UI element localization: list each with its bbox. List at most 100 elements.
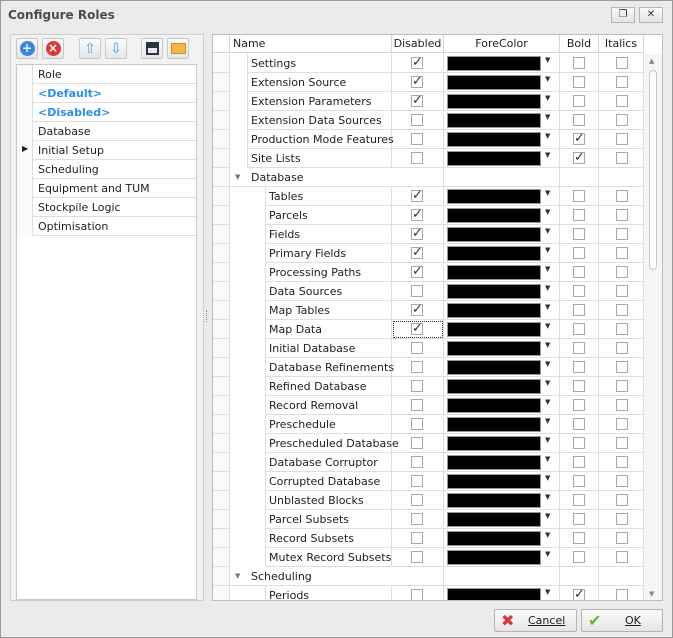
italics-checkbox[interactable] [616, 456, 628, 468]
disabled-checkbox[interactable]: ✓ [411, 303, 423, 316]
style-row[interactable]: Site Lists ▼ ✓ [213, 149, 644, 168]
italics-checkbox[interactable] [616, 133, 628, 145]
style-row[interactable]: Processing Paths ✓ ▼ [213, 263, 644, 282]
forecolor-cell[interactable]: ▼ [444, 263, 560, 282]
dropdown-arrow-icon[interactable]: ▼ [545, 588, 550, 596]
name-cell[interactable]: Corrupted Database [266, 472, 392, 491]
forecolor-cell[interactable]: ▼ [444, 358, 560, 377]
style-row[interactable]: Database Corruptor ▼ [213, 453, 644, 472]
disabled-column-header[interactable]: Disabled [392, 35, 444, 53]
italics-checkbox[interactable] [616, 114, 628, 126]
forecolor-cell[interactable]: ▼ [444, 415, 560, 434]
forecolor-cell[interactable]: ▼ [444, 586, 560, 600]
forecolor-cell[interactable]: ▼ [444, 111, 560, 130]
disabled-checkbox[interactable]: ✓ [411, 94, 423, 107]
bold-checkbox[interactable] [573, 247, 585, 259]
italics-checkbox[interactable] [616, 76, 628, 88]
name-column-header[interactable]: Name [230, 35, 392, 53]
italics-checkbox[interactable] [616, 323, 628, 335]
bold-checkbox[interactable] [573, 190, 585, 202]
name-cell[interactable]: Record Subsets [266, 529, 392, 548]
style-row[interactable]: Preschedule ▼ [213, 415, 644, 434]
italics-checkbox[interactable] [616, 532, 628, 544]
scroll-down-icon[interactable]: ▼ [649, 590, 654, 598]
dropdown-arrow-icon[interactable]: ▼ [545, 132, 550, 140]
name-cell[interactable]: Refined Database [266, 377, 392, 396]
scroll-up-icon[interactable]: ▲ [649, 57, 654, 65]
disabled-checkbox[interactable] [411, 532, 423, 544]
disabled-checkbox[interactable] [411, 475, 423, 487]
restore-button[interactable]: ❐ [611, 7, 635, 23]
disabled-checkbox[interactable]: ✓ [411, 265, 423, 278]
role-row[interactable]: Scheduling [17, 160, 196, 179]
name-cell[interactable]: Prescheduled Database [266, 434, 399, 453]
style-row[interactable]: Periods ▼ ✓ [213, 586, 644, 600]
italics-checkbox[interactable] [616, 589, 628, 600]
add-role-button[interactable]: + [16, 38, 38, 59]
italics-checkbox[interactable] [616, 57, 628, 69]
style-row[interactable]: Extension Source ✓ ▼ [213, 73, 644, 92]
italics-checkbox[interactable] [616, 152, 628, 164]
italics-checkbox[interactable] [616, 209, 628, 221]
disabled-checkbox[interactable]: ✓ [411, 56, 423, 69]
style-row[interactable]: Map Tables ✓ ▼ [213, 301, 644, 320]
bold-checkbox[interactable] [573, 209, 585, 221]
bold-checkbox[interactable] [573, 361, 585, 373]
italics-checkbox[interactable] [616, 247, 628, 259]
dropdown-arrow-icon[interactable]: ▼ [545, 455, 550, 463]
dropdown-arrow-icon[interactable]: ▼ [545, 436, 550, 444]
forecolor-cell[interactable]: ▼ [444, 244, 560, 263]
role-row[interactable]: Optimisation [17, 217, 196, 236]
disabled-checkbox[interactable] [411, 494, 423, 506]
remove-role-button[interactable]: × [42, 38, 64, 59]
name-cell[interactable]: Extension Data Sources [248, 111, 392, 130]
role-row[interactable]: <Disabled> [17, 103, 196, 122]
style-row[interactable]: Map Data ✓ ▼ [213, 320, 644, 339]
dropdown-arrow-icon[interactable]: ▼ [545, 417, 550, 425]
splitter[interactable] [206, 310, 208, 322]
name-cell[interactable]: Database Corruptor [266, 453, 392, 472]
bold-checkbox[interactable] [573, 456, 585, 468]
dropdown-arrow-icon[interactable]: ▼ [545, 474, 550, 482]
role-row[interactable]: <Default> [17, 84, 196, 103]
italics-checkbox[interactable] [616, 551, 628, 563]
dropdown-arrow-icon[interactable]: ▼ [545, 284, 550, 292]
disabled-checkbox[interactable]: ✓ [411, 75, 423, 88]
disabled-checkbox[interactable] [411, 152, 423, 164]
name-cell[interactable]: Fields [266, 225, 392, 244]
name-cell[interactable]: Database Refinements [266, 358, 394, 377]
dropdown-arrow-icon[interactable]: ▼ [545, 512, 550, 520]
bold-checkbox[interactable] [573, 437, 585, 449]
style-row[interactable]: Tables ✓ ▼ [213, 187, 644, 206]
forecolor-cell[interactable]: ▼ [444, 282, 560, 301]
scroll-thumb[interactable] [649, 70, 657, 270]
bold-checkbox[interactable] [573, 323, 585, 335]
name-cell[interactable]: Primary Fields [266, 244, 392, 263]
italics-checkbox[interactable] [616, 437, 628, 449]
forecolor-cell[interactable]: ▼ [444, 73, 560, 92]
style-row[interactable]: Mutex Record Subsets ▼ [213, 548, 644, 567]
name-cell[interactable]: Map Tables [266, 301, 392, 320]
dropdown-arrow-icon[interactable]: ▼ [545, 303, 550, 311]
bold-checkbox[interactable] [573, 475, 585, 487]
dropdown-arrow-icon[interactable]: ▼ [545, 493, 550, 501]
forecolor-cell[interactable]: ▼ [444, 301, 560, 320]
disabled-checkbox[interactable] [411, 513, 423, 525]
style-row[interactable]: Refined Database ▼ [213, 377, 644, 396]
bold-checkbox[interactable] [573, 418, 585, 430]
name-cell[interactable]: Site Lists [248, 149, 392, 168]
italics-checkbox[interactable] [616, 380, 628, 392]
role-row[interactable]: Stockpile Logic [17, 198, 196, 217]
cancel-button[interactable]: ✖ Cancel [494, 609, 577, 632]
bold-checkbox[interactable] [573, 76, 585, 88]
forecolor-cell[interactable]: ▼ [444, 54, 560, 73]
role-row[interactable]: Database [17, 122, 196, 141]
style-row[interactable]: Record Removal ▼ [213, 396, 644, 415]
style-row[interactable]: Extension Data Sources ▼ [213, 111, 644, 130]
role-row[interactable]: ▶ Initial Setup [17, 141, 196, 160]
italics-checkbox[interactable] [616, 513, 628, 525]
italics-checkbox[interactable] [616, 494, 628, 506]
forecolor-cell[interactable]: ▼ [444, 510, 560, 529]
style-row[interactable]: Record Subsets ▼ [213, 529, 644, 548]
dropdown-arrow-icon[interactable]: ▼ [545, 246, 550, 254]
